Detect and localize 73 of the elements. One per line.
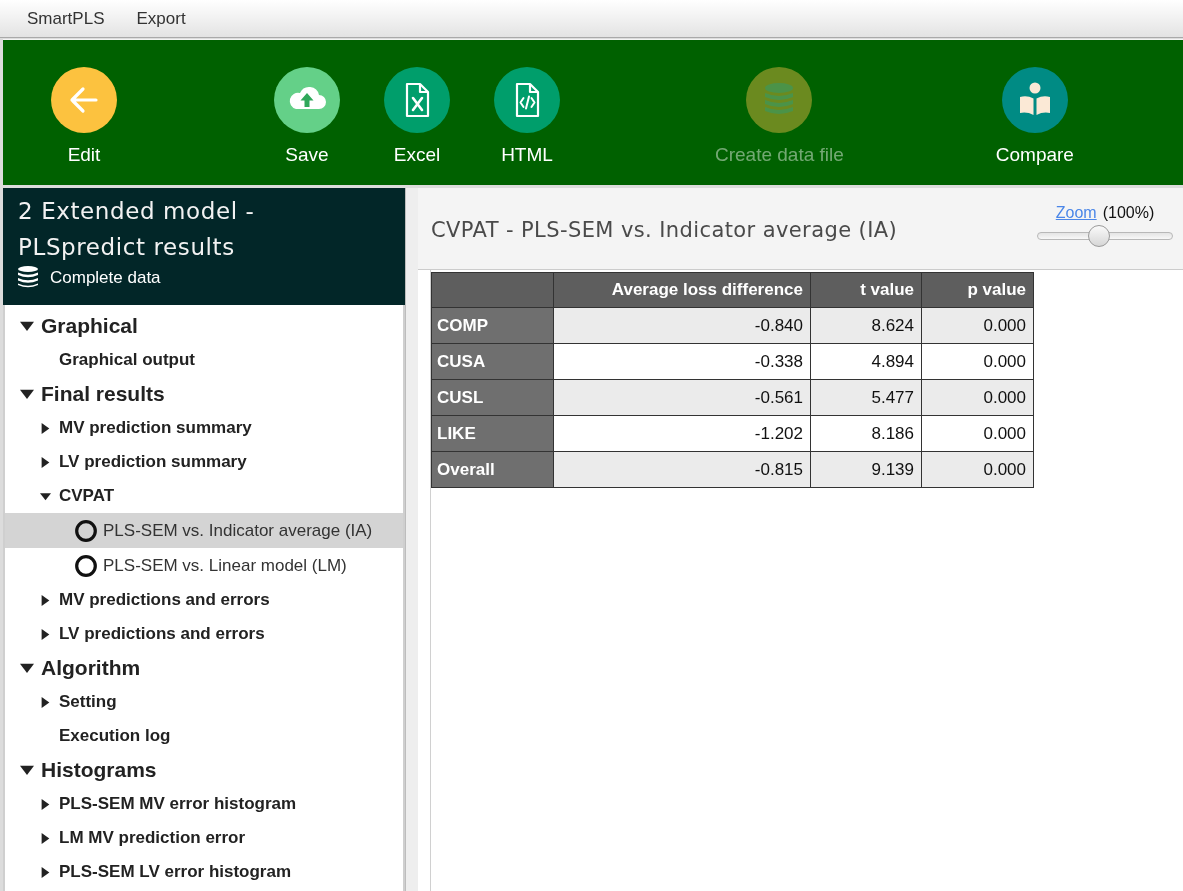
table-cell: -0.840 <box>553 307 811 344</box>
database-icon <box>746 67 813 133</box>
tree-item[interactable]: PLS-SEM LV error histogram <box>5 855 403 889</box>
menu-item[interactable]: SmartPLS <box>11 7 121 30</box>
menu-item[interactable]: Export <box>120 7 202 30</box>
model-title: 2 Extended model - PLSpredict results <box>18 197 256 262</box>
caret-down-icon[interactable] <box>20 661 34 675</box>
tree-item[interactable]: Graphical output <box>5 343 403 377</box>
caret-down-icon[interactable] <box>20 319 34 333</box>
table-cell: 0.000 <box>921 451 1034 488</box>
tree-item[interactable]: MV prediction summary <box>5 411 403 445</box>
spreadsheet-file-icon <box>384 67 450 133</box>
tree-item[interactable]: Histograms <box>5 753 403 787</box>
tree-item[interactable]: PLS-SEM MV error histogram <box>5 787 403 821</box>
code-file-icon <box>494 67 560 133</box>
table-cell: -0.815 <box>553 451 811 488</box>
results-title: CVPAT - PLS-SEM vs. Indicator average (IA) <box>431 217 898 243</box>
tree-item[interactable]: PLS-SEM vs. Indicator average (IA) <box>5 513 403 548</box>
column-header: t value <box>810 272 922 308</box>
row-header: Overall <box>431 451 554 488</box>
toolbar-button[interactable]: Compare <box>979 67 1090 166</box>
caret-right-icon[interactable] <box>40 866 51 878</box>
table-cell: -0.338 <box>553 343 811 380</box>
tree-item[interactable]: LV predictions and errors <box>5 617 403 651</box>
cloud-upload-icon <box>274 67 340 133</box>
tree-item[interactable]: PLS-SEM vs. Linear model (LM) <box>5 548 403 583</box>
caret-right-icon[interactable] <box>40 696 51 708</box>
column-header: p value <box>921 272 1034 308</box>
table-cell: 4.894 <box>810 343 922 380</box>
tree-item[interactable]: CVPAT <box>5 479 403 513</box>
table-cell: 0.000 <box>921 343 1034 380</box>
table-cell: 0.000 <box>921 379 1034 416</box>
tree-item[interactable]: LV prediction summary <box>5 445 403 479</box>
tree-item[interactable]: MV predictions and errors <box>5 583 403 617</box>
caret-right-icon[interactable] <box>40 832 51 844</box>
tree-item[interactable]: Setting <box>5 685 403 719</box>
caret-down-icon[interactable] <box>20 763 34 777</box>
caret-right-icon[interactable] <box>40 422 51 434</box>
toolbar-button[interactable]: Edit <box>29 67 139 166</box>
caret-right-icon[interactable] <box>40 628 51 640</box>
table-cell: 8.186 <box>810 415 922 452</box>
dataset-label: Complete data <box>50 266 161 289</box>
table-cell: 8.624 <box>810 307 922 344</box>
table-cell: 9.139 <box>810 451 922 488</box>
caret-right-icon[interactable] <box>40 456 51 468</box>
tree-item[interactable]: Algorithm <box>5 651 403 685</box>
table-cell: 0.000 <box>921 307 1034 344</box>
caret-right-icon[interactable] <box>40 594 51 606</box>
table-cell: -1.202 <box>553 415 811 452</box>
caret-down-icon[interactable] <box>40 490 51 502</box>
zoom-value: (100%) <box>1102 203 1155 223</box>
book-reader-icon <box>1001 67 1068 133</box>
row-header: CUSL <box>431 379 554 416</box>
circle-icon <box>75 554 97 577</box>
column-header: Average loss difference <box>553 272 811 308</box>
slider-thumb[interactable] <box>1088 225 1111 247</box>
caret-down-icon[interactable] <box>20 387 34 401</box>
toolbar-button[interactable]: HTML <box>472 67 582 166</box>
tree-item[interactable]: LM MV prediction error <box>5 821 403 855</box>
tree-item[interactable]: Final results <box>5 377 403 411</box>
circle-icon <box>75 519 97 542</box>
table-cell: 0.000 <box>921 415 1034 452</box>
table-cell: 5.477 <box>810 379 922 416</box>
tree-item[interactable]: Graphical <box>5 309 403 343</box>
caret-right-icon[interactable] <box>40 798 51 810</box>
toolbar-button[interactable]: Excel <box>362 67 472 166</box>
row-header: LIKE <box>431 415 554 452</box>
tree-item[interactable]: Execution log <box>5 719 403 753</box>
toolbar-button[interactable]: Save <box>252 67 362 166</box>
row-header: COMP <box>431 307 554 344</box>
row-header: CUSA <box>431 343 554 380</box>
database-icon <box>18 266 38 289</box>
table-cell: -0.561 <box>553 379 811 416</box>
